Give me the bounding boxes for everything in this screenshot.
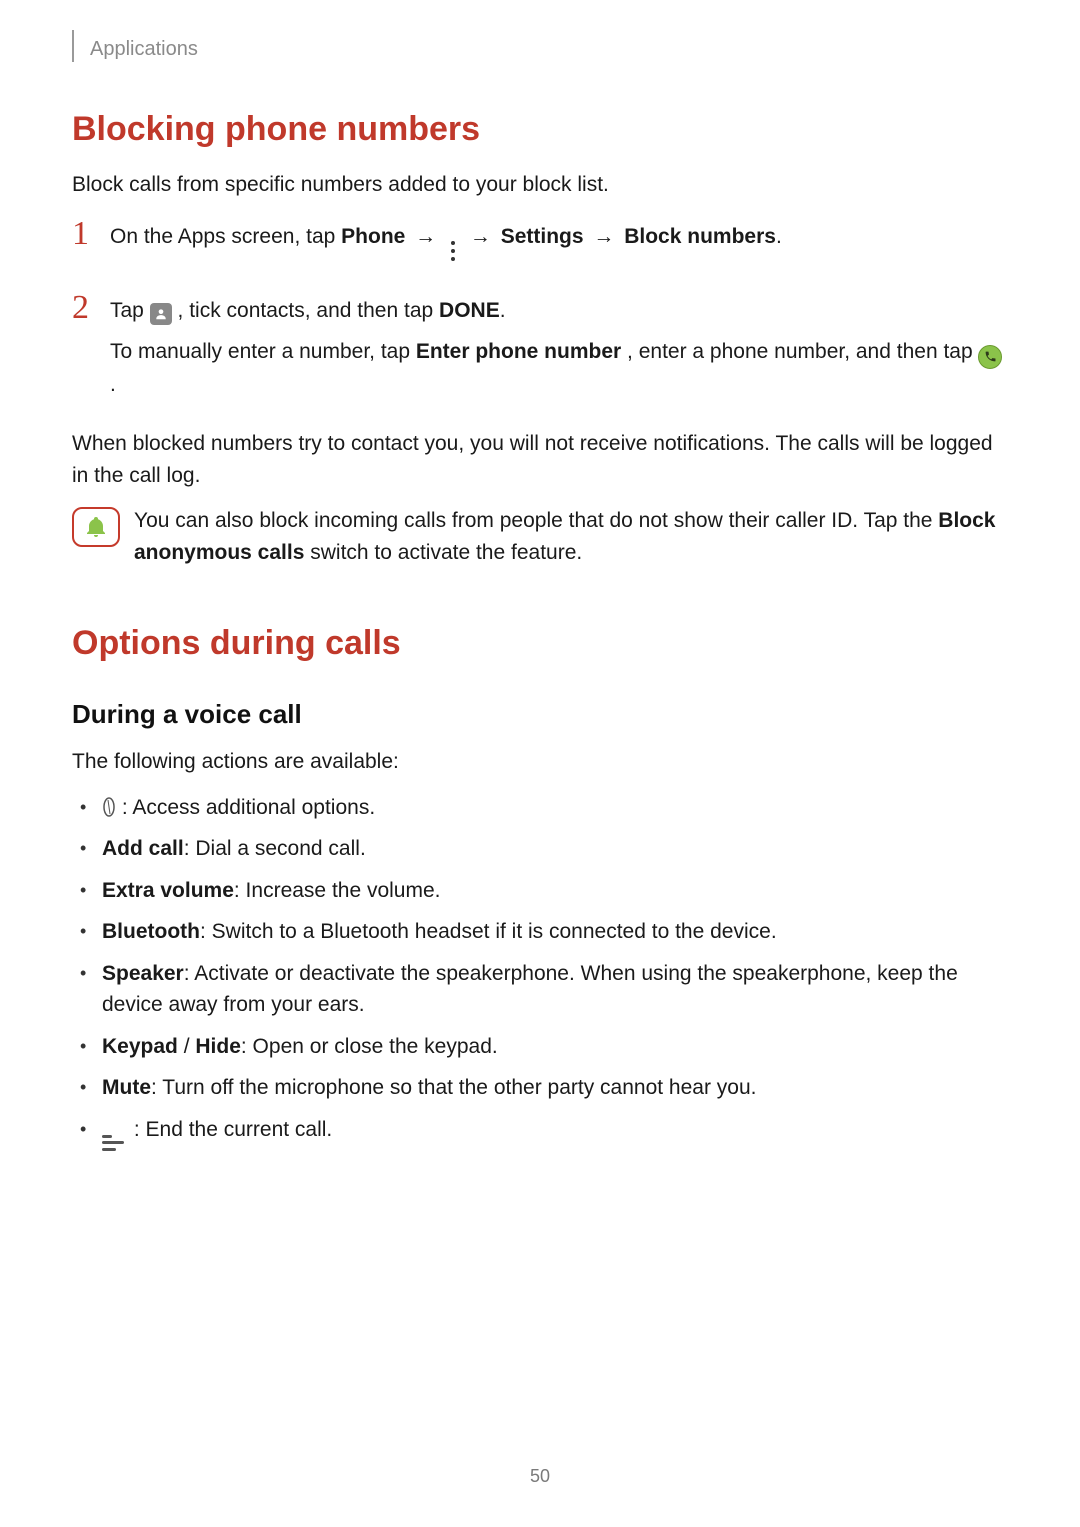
- text: : Switch to a Bluetooth headset if it is…: [200, 920, 777, 943]
- step-body: Tap , tick contacts, and then tap DONE. …: [110, 289, 1008, 411]
- step-body: On the Apps screen, tap Phone → → Settin…: [110, 215, 1008, 271]
- note-text: You can also block incoming calls from p…: [134, 505, 1008, 568]
- text: , tick contacts, and then tap: [178, 299, 440, 322]
- text: /: [178, 1035, 196, 1058]
- end-call-icon: [102, 1135, 124, 1151]
- label: Speaker: [102, 962, 184, 985]
- text: .: [500, 299, 506, 322]
- list-item: : End the current call.: [102, 1114, 1008, 1151]
- text: : Open or close the keypad.: [241, 1035, 498, 1058]
- text: : End the current call.: [128, 1118, 332, 1141]
- list-item: Mute: Turn off the microphone so that th…: [102, 1072, 1008, 1104]
- heading-options: Options during calls: [72, 624, 1008, 663]
- list-item: Extra volume: Increase the volume.: [102, 875, 1008, 907]
- phone-icon: [978, 345, 1002, 369]
- blocking-intro: Block calls from specific numbers added …: [72, 169, 1008, 201]
- step-1: 1 On the Apps screen, tap Phone → → Sett…: [72, 215, 1008, 271]
- step-number: 2: [72, 289, 110, 411]
- label: Extra volume: [102, 879, 234, 902]
- page-number: 50: [0, 1466, 1080, 1487]
- label-block-numbers: Block numbers: [624, 225, 776, 248]
- header-tick: [72, 30, 74, 62]
- list-item: Keypad / Hide: Open or close the keypad.: [102, 1031, 1008, 1063]
- steps-list: 1 On the Apps screen, tap Phone → → Sett…: [72, 215, 1008, 411]
- label-settings: Settings: [501, 225, 584, 248]
- contact-icon: [150, 303, 172, 325]
- label-phone: Phone: [341, 225, 405, 248]
- subheading-voice-call: During a voice call: [72, 699, 1008, 730]
- text: : Access additional options.: [116, 796, 375, 819]
- text: .: [776, 225, 782, 248]
- arrow-icon: →: [470, 225, 491, 248]
- page-header: Applications: [72, 36, 1008, 62]
- label-enter-phone: Enter phone number: [416, 340, 621, 363]
- text: You can also block incoming calls from p…: [134, 509, 938, 532]
- step-2: 2 Tap , tick contacts, and then tap DONE…: [72, 289, 1008, 411]
- label: Mute: [102, 1076, 151, 1099]
- options-list: : Access additional options. Add call: D…: [72, 792, 1008, 1151]
- list-item: Add call: Dial a second call.: [102, 833, 1008, 865]
- label: Keypad: [102, 1035, 178, 1058]
- list-item: Speaker: Activate or deactivate the spea…: [102, 958, 1008, 1021]
- text: Tap: [110, 299, 150, 322]
- text: To manually enter a number, tap: [110, 340, 416, 363]
- text: .: [110, 373, 116, 396]
- note-bell-icon: [72, 507, 120, 547]
- text: : Increase the volume.: [234, 879, 441, 902]
- list-item: : Access additional options.: [102, 792, 1008, 824]
- label: Add call: [102, 837, 184, 860]
- list-item: Bluetooth: Switch to a Bluetooth headset…: [102, 916, 1008, 948]
- step-number: 1: [72, 215, 110, 271]
- arrow-icon: →: [593, 225, 614, 248]
- text: : Activate or deactivate the speakerphon…: [102, 962, 958, 1017]
- text: , enter a phone number, and then tap: [627, 340, 978, 363]
- options-intro: The following actions are available:: [72, 746, 1008, 778]
- text: switch to activate the feature.: [310, 541, 582, 564]
- text: On the Apps screen, tap: [110, 225, 341, 248]
- text: : Turn off the microphone so that the ot…: [151, 1076, 756, 1099]
- label: Hide: [195, 1035, 241, 1058]
- note-box: You can also block incoming calls from p…: [72, 505, 1008, 568]
- section-name: Applications: [90, 38, 198, 61]
- options-icon: [102, 797, 116, 817]
- arrow-icon: →: [415, 225, 436, 248]
- heading-blocking: Blocking phone numbers: [72, 110, 1008, 149]
- text: : Dial a second call.: [184, 837, 366, 860]
- label-done: DONE: [439, 299, 500, 322]
- blocking-after: When blocked numbers try to contact you,…: [72, 428, 1008, 491]
- more-icon: [448, 241, 458, 261]
- label: Bluetooth: [102, 920, 200, 943]
